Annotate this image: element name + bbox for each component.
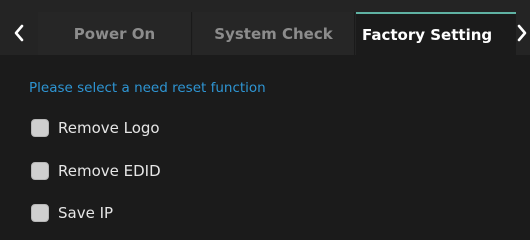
tab-power-on[interactable]: Power On (38, 12, 192, 55)
remove-edid-checkbox[interactable] (31, 162, 49, 180)
tab-factory-setting[interactable]: Factory Setting (356, 12, 516, 55)
option-save-ip[interactable]: Save IP (31, 202, 113, 224)
save-ip-label: Save IP (58, 204, 114, 222)
remove-edid-label: Remove EDID (58, 162, 161, 180)
chevron-left-icon[interactable] (13, 22, 25, 44)
tab-factory-setting-label: Factory Setting (362, 25, 493, 44)
tab-bar: Power On System Check Factory Setting (0, 0, 530, 55)
tab-system-check[interactable]: System Check (193, 12, 355, 55)
tab-system-check-label: System Check (214, 24, 333, 43)
remove-logo-checkbox[interactable] (31, 119, 49, 137)
option-remove-logo[interactable]: Remove Logo (31, 117, 160, 139)
option-remove-edid[interactable]: Remove EDID (31, 160, 161, 182)
chevron-right-icon[interactable] (515, 22, 529, 44)
reset-prompt: Please select a need reset function (29, 80, 266, 96)
save-ip-checkbox[interactable] (31, 204, 49, 222)
remove-logo-label: Remove Logo (58, 119, 160, 137)
tab-power-on-label: Power On (73, 24, 156, 43)
factory-setting-panel: Power On System Check Factory Setting Pl… (0, 0, 530, 240)
